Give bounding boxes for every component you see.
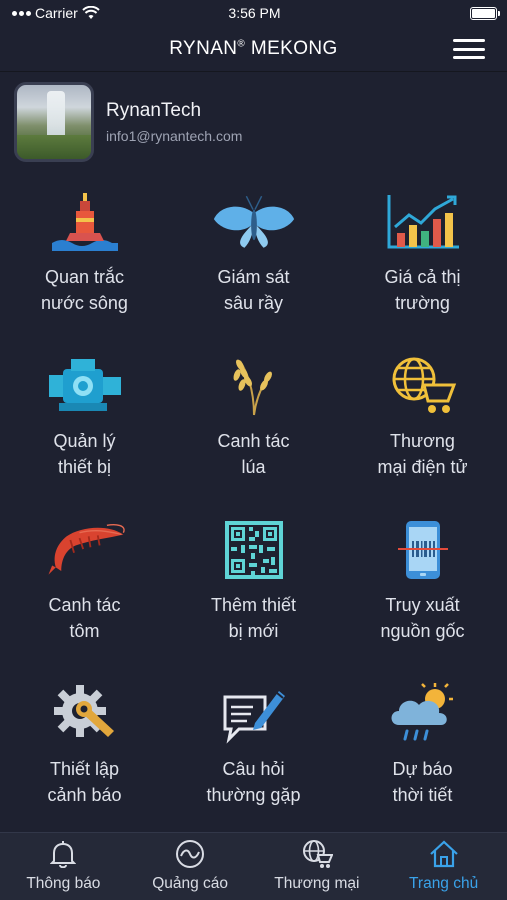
feature-grid: Quan trắc nước sông Giám sát sâu rầy Giá… [0, 180, 507, 836]
gear-wrench-icon [43, 680, 127, 748]
tile-faq[interactable]: Câu hỏi thường gặp [169, 672, 338, 836]
globe-cart-icon [301, 839, 333, 869]
status-bar: Carrier 3:56 PM [0, 0, 507, 26]
tile-add-device[interactable]: Thêm thiết bị mới [169, 508, 338, 672]
tile-weather-forecast[interactable]: Dự báo thời tiết [338, 672, 507, 836]
signal-icon [12, 10, 31, 16]
advert-circle-icon [175, 839, 205, 869]
globe-cart-icon [381, 352, 465, 420]
tile-label: Câu hỏi thường gặp [206, 759, 301, 805]
navigation-bar: RYNAN® MEKONG [0, 26, 507, 72]
tile-alert-settings[interactable]: Thiết lập cảnh báo [0, 672, 169, 836]
tab-label: Thương mại [274, 875, 360, 892]
tile-label: Thương mại điện tử [377, 431, 468, 477]
tile-device-management[interactable]: Quản lý thiết bị [0, 344, 169, 508]
qr-code-icon [212, 516, 296, 584]
tile-label: Dự báo thời tiết [392, 759, 453, 805]
tab-label: Thông báo [26, 875, 101, 892]
carrier-label: Carrier [35, 5, 78, 21]
battery-icon [469, 6, 500, 20]
tile-pest-monitoring[interactable]: Giám sát sâu rầy [169, 180, 338, 344]
tile-label: Canh tác lúa [217, 431, 290, 477]
pump-device-icon [43, 352, 127, 420]
chat-pencil-icon [212, 680, 296, 748]
tile-ecommerce[interactable]: Thương mại điện tử [338, 344, 507, 508]
tab-notifications[interactable]: Thông báo [0, 833, 127, 900]
user-profile[interactable]: RynanTech info1@rynantech.com [0, 72, 507, 172]
profile-email: info1@rynantech.com [106, 128, 243, 144]
tile-label: Canh tác tôm [48, 595, 121, 641]
tile-market-prices[interactable]: Giá cả thị trường [338, 180, 507, 344]
weather-cloud-icon [381, 680, 465, 748]
tile-label: Quản lý thiết bị [53, 431, 116, 477]
avatar [14, 82, 94, 162]
tile-label: Quan trắc nước sông [41, 267, 128, 313]
bottom-tab-bar: Thông báo Quảng cáo Thương mại Trang chủ [0, 832, 507, 900]
tile-river-monitoring[interactable]: Quan trắc nước sông [0, 180, 169, 344]
tile-label: Truy xuất nguồn gốc [380, 595, 465, 641]
market-chart-icon [381, 188, 465, 256]
profile-name: RynanTech [106, 100, 202, 121]
tab-label: Quảng cáo [152, 875, 229, 892]
tile-label: Giám sát sâu rầy [217, 267, 290, 313]
tile-rice-farming[interactable]: Canh tác lúa [169, 344, 338, 508]
shrimp-icon [43, 516, 127, 584]
tab-home[interactable]: Trang chủ [380, 833, 507, 900]
tile-shrimp-farming[interactable]: Canh tác tôm [0, 508, 169, 672]
clock: 3:56 PM [228, 5, 281, 21]
buoy-icon [43, 188, 127, 256]
rice-plant-icon [212, 352, 296, 420]
bell-icon [50, 839, 77, 869]
tile-label: Thêm thiết bị mới [210, 595, 297, 641]
tile-label: Thiết lập cảnh báo [47, 759, 122, 805]
tab-commerce[interactable]: Thương mại [254, 833, 381, 900]
tab-label: Trang chủ [409, 875, 479, 892]
tile-label: Giá cả thị trường [384, 267, 461, 313]
moth-icon [212, 188, 296, 256]
home-icon [429, 839, 459, 869]
phone-barcode-scan-icon [381, 516, 465, 584]
hamburger-menu-icon[interactable] [453, 39, 485, 59]
page-title: RYNAN® MEKONG [169, 37, 338, 59]
tile-traceability[interactable]: Truy xuất nguồn gốc [338, 508, 507, 672]
wifi-icon [82, 6, 100, 19]
tab-advertising[interactable]: Quảng cáo [127, 833, 254, 900]
